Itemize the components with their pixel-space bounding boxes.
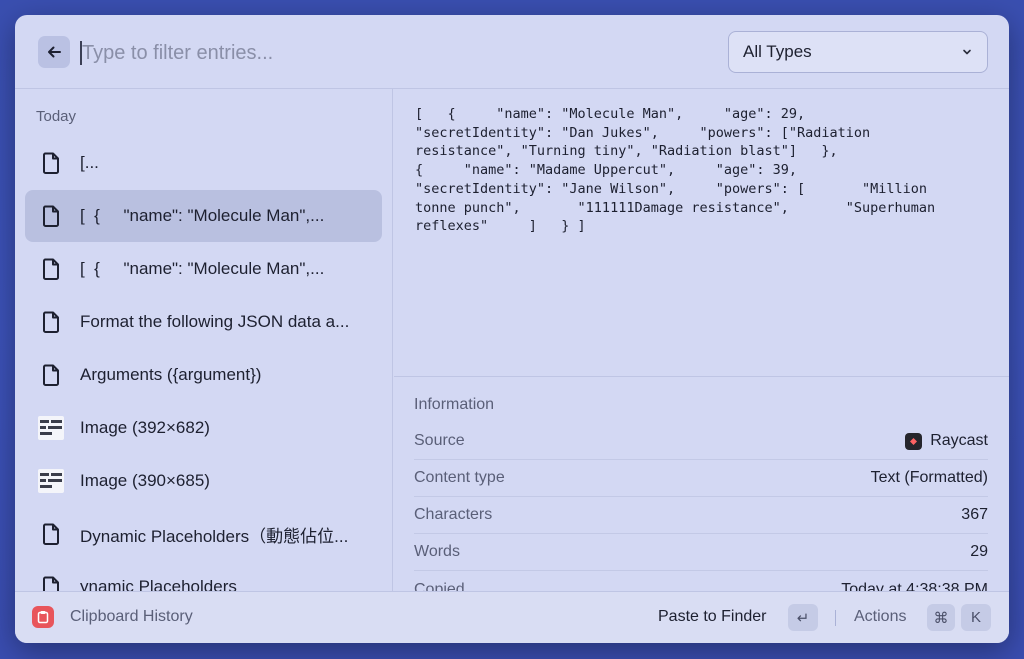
document-icon [38, 150, 64, 176]
list-item-label: Image (392×682) [80, 418, 210, 437]
list-item[interactable]: ynamic Placeholders [25, 561, 382, 591]
list-item-label: Arguments ({argument}) [80, 365, 262, 384]
detail-pane: [ { "name": "Molecule Man", "age": 29, "… [394, 89, 1009, 598]
extension-title: Clipboard History [70, 608, 193, 625]
k-key-icon: K [961, 604, 991, 631]
info-value: Text (Formatted) [870, 469, 988, 486]
arrow-left-icon [48, 46, 61, 58]
clipboard-content-preview: [ { "name": "Molecule Man", "age": 29, "… [415, 106, 936, 235]
clipboard-history-window: All Types Today [... [ { "name": "Molecu… [15, 15, 1009, 643]
clipboard-icon [32, 606, 54, 628]
info-key: Characters [414, 506, 493, 523]
raycast-icon [905, 432, 923, 450]
info-row-characters: Characters 367 [414, 497, 988, 534]
section-title-today: Today [36, 108, 77, 125]
list-item-label: [ { "name": "Molecule Man",... [80, 206, 325, 225]
info-row-words: Words 29 [414, 534, 988, 571]
chevron-down-icon [963, 49, 971, 55]
list-item[interactable]: Format the following JSON data a... [25, 296, 382, 348]
info-value: Raycast [930, 432, 988, 449]
divider [394, 376, 1009, 377]
list-item-label: Image (390×685) [80, 471, 210, 490]
entries-list: Today [... [ { "name": "Molecule Man",..… [15, 89, 393, 591]
info-value: 367 [961, 506, 988, 523]
actions-button[interactable]: Actions [854, 608, 906, 626]
list-item-label: ynamic Placeholders [80, 577, 237, 591]
list-item[interactable]: Image (392×682) [25, 402, 382, 454]
list-item[interactable]: Dynamic Placeholders（動態佔位... [25, 508, 382, 560]
list-item-label: Format the following JSON data a... [80, 312, 350, 331]
document-icon [38, 203, 64, 229]
list-item[interactable]: [... [25, 137, 382, 189]
document-icon [38, 362, 64, 388]
list-item-label: Dynamic Placeholders（動態佔位... [80, 526, 349, 546]
type-filter-dropdown[interactable]: All Types [728, 31, 988, 73]
search-input[interactable] [82, 37, 682, 69]
action-bar: Clipboard History Paste to Finder ↵ Acti… [15, 591, 1009, 643]
document-icon [38, 256, 64, 282]
info-row-content-type: Content type Text (Formatted) [414, 460, 988, 497]
search-bar: All Types [15, 15, 1009, 89]
list-item[interactable]: [ { "name": "Molecule Man",... [25, 243, 382, 295]
list-item-selected[interactable]: [ { "name": "Molecule Man",... [25, 190, 382, 242]
document-icon [38, 574, 64, 591]
info-key: Source [414, 432, 465, 449]
document-icon [38, 309, 64, 335]
image-thumbnail-icon [38, 415, 64, 441]
command-key-icon: ⌘ [927, 604, 955, 631]
info-value: 29 [970, 543, 988, 560]
image-thumbnail-icon [38, 468, 64, 494]
list-item-label: [ { "name": "Molecule Man",... [80, 259, 325, 278]
separator [835, 610, 836, 626]
info-key: Words [414, 543, 460, 560]
paste-to-finder-button[interactable]: Paste to Finder [658, 608, 767, 626]
info-row-source: Source Raycast [414, 423, 988, 460]
type-filter-value: All Types [743, 42, 812, 61]
list-item-label: [... [80, 153, 99, 172]
info-value-container: Raycast [905, 432, 988, 450]
document-icon [38, 521, 64, 547]
return-key-icon: ↵ [788, 604, 818, 631]
list-item[interactable]: Arguments ({argument}) [25, 349, 382, 401]
back-button[interactable] [38, 36, 70, 68]
information-heading: Information [414, 396, 495, 413]
info-key: Content type [414, 469, 505, 486]
list-item[interactable]: Image (390×685) [25, 455, 382, 507]
